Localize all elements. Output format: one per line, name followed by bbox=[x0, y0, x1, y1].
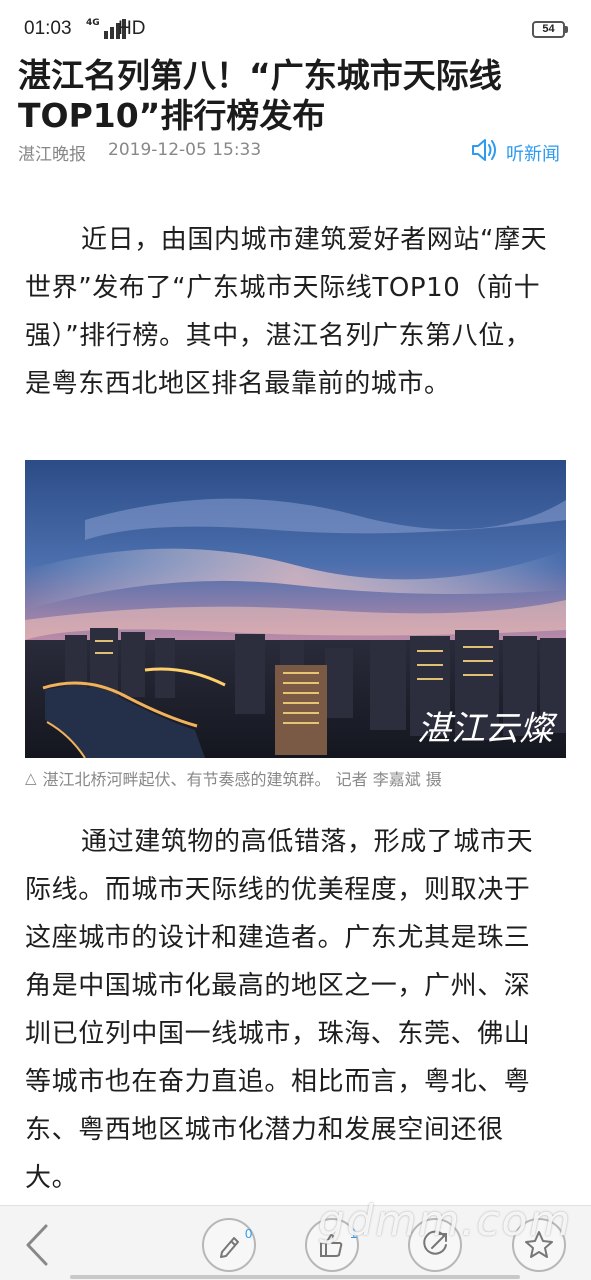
photo-signature: 湛江云燦 bbox=[417, 709, 558, 749]
article-source: 湛江晚报 bbox=[18, 145, 86, 165]
network-type: 4G bbox=[86, 18, 100, 28]
comment-count: 0 bbox=[245, 1226, 253, 1241]
status-time: 01:03 bbox=[24, 18, 72, 39]
triangle-icon: △ bbox=[25, 769, 37, 787]
back-icon bbox=[26, 1224, 48, 1266]
speaker-icon bbox=[470, 137, 498, 168]
listen-news-button[interactable]: 听新闻 bbox=[470, 137, 560, 168]
status-bar: 01:03 4G HD 54 bbox=[0, 0, 591, 58]
article-title: 湛江名列第八！“广东城市天际线TOP10”排行榜发布 bbox=[18, 56, 502, 135]
paragraph-text: 近日，由国内城市建筑爱好者网站“摩天世界”发布了“广东城市天际线TOP10（前十… bbox=[25, 225, 548, 399]
article-paragraph: 通过建筑物的高低错落，形成了城市天际线。而城市天际线的优美程度，则取决于这座城市… bbox=[25, 818, 555, 1202]
site-watermark: gdmm.com bbox=[318, 1196, 573, 1245]
pen-icon bbox=[220, 1237, 239, 1258]
article-paragraph: 近日，由国内城市建筑爱好者网站“摩天世界”发布了“广东城市天际线TOP10（前十… bbox=[25, 216, 555, 408]
battery-icon: 54 bbox=[532, 21, 568, 38]
paragraph-text: 通过建筑物的高低错落，形成了城市天际线。而城市天际线的优美程度，则取决于这座城市… bbox=[25, 827, 534, 1193]
home-indicator bbox=[70, 1275, 520, 1279]
hd-indicator: HD bbox=[118, 18, 146, 39]
article-meta: 湛江晚报 2019-12-05 15:33 bbox=[18, 140, 261, 165]
listen-news-label: 听新闻 bbox=[506, 143, 560, 165]
back-button[interactable] bbox=[22, 1224, 52, 1266]
caption-text: 湛江北桥河畔起伏、有节奏感的建筑群。 记者 李嘉斌 摄 bbox=[42, 770, 442, 789]
battery-level: 54 bbox=[542, 23, 555, 35]
article-datetime: 2019-12-05 15:33 bbox=[108, 140, 262, 160]
photo-caption: △ 湛江北桥河畔起伏、有节奏感的建筑群。 记者 李嘉斌 摄 bbox=[25, 766, 442, 790]
article-photo[interactable]: 湛江云燦 bbox=[25, 460, 566, 758]
